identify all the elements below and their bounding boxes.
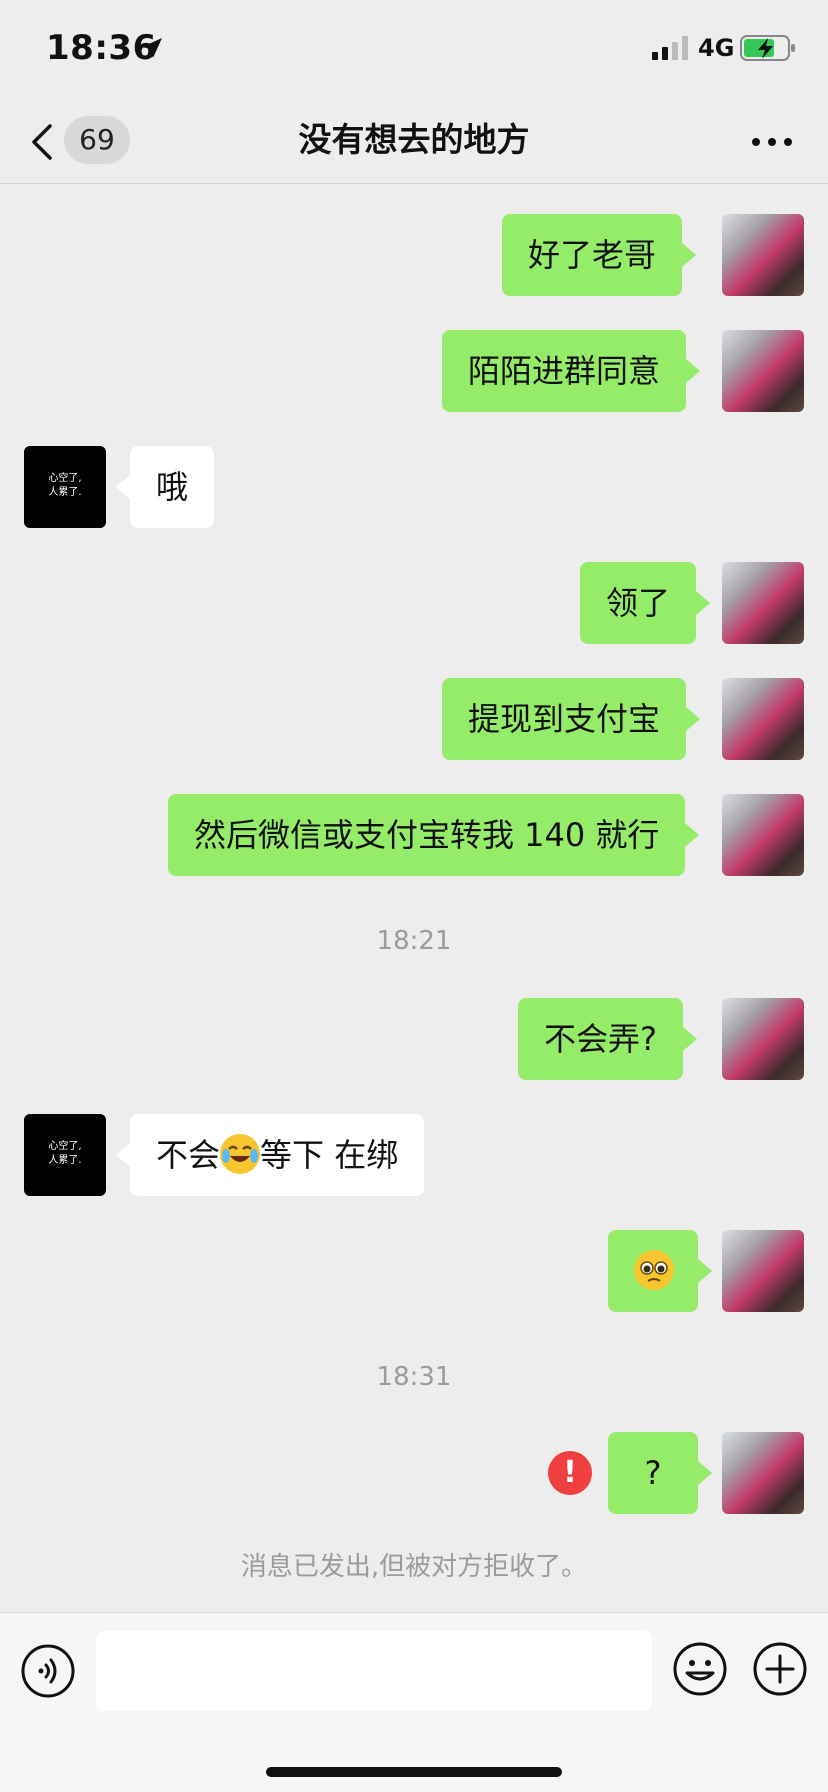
location-arrow-icon — [142, 38, 162, 58]
message-input[interactable] — [96, 1631, 652, 1711]
signal-icon — [652, 36, 688, 60]
message-text: 不会 — [156, 1136, 221, 1174]
avatar-contact[interactable]: 心空了, 人累了. — [24, 446, 106, 528]
status-bar: 18:36 4G — [0, 0, 828, 100]
send-failed-icon[interactable]: ! — [548, 1451, 592, 1495]
face-with-tears-of-joy-icon — [220, 1134, 261, 1174]
message-bubble-received[interactable]: 不会 等下 在绑 — [115, 1114, 425, 1196]
input-bar — [0, 1612, 828, 1792]
emoji-icon[interactable] — [672, 1641, 728, 1697]
avatar-self[interactable] — [722, 998, 804, 1080]
message-timestamp: 18:31 — [376, 1362, 452, 1392]
avatar-self[interactable] — [722, 330, 804, 412]
message-bubble-sent[interactable]: 然后微信或支付宝转我 140 就行 — [168, 794, 700, 876]
avatar-self[interactable] — [722, 1432, 804, 1514]
message-text: 等下 在绑 — [260, 1136, 399, 1174]
avatar-self[interactable] — [722, 214, 804, 296]
home-indicator[interactable] — [266, 1767, 562, 1777]
message-bubble-sent[interactable]: 好了老哥 — [502, 214, 697, 296]
avatar-contact[interactable]: 心空了, 人累了. — [24, 1114, 106, 1196]
avatar-self[interactable] — [722, 562, 804, 644]
rejected-notice: 消息已发出,但被对方拒收了。 — [240, 1552, 588, 1582]
message-bubble-sent[interactable]: 提现到支付宝 — [442, 678, 701, 760]
avatar-self[interactable] — [722, 1230, 804, 1312]
avatar-text: 心空了, 人累了. — [48, 473, 82, 498]
battery-charging-icon — [740, 35, 795, 61]
message-bubble-received[interactable]: 哦 — [115, 446, 215, 528]
message-bubble-sent[interactable]: 不会弄? — [518, 998, 697, 1080]
message-bubble-sent[interactable]: 领了 — [580, 562, 711, 644]
message-timestamp: 18:21 — [376, 926, 452, 956]
nav-bar: 69 没有想去的地方 — [0, 100, 828, 184]
message-bubble-sent[interactable] — [608, 1230, 712, 1312]
voice-icon[interactable] — [20, 1643, 76, 1699]
message-bubble-sent[interactable]: ? — [608, 1432, 712, 1514]
more-icon[interactable] — [750, 136, 794, 148]
plus-icon[interactable] — [752, 1641, 808, 1697]
chat-title: 没有想去的地方 — [298, 120, 530, 159]
avatar-self[interactable] — [722, 678, 804, 760]
message-bubble-sent[interactable]: 陌陌进群同意 — [442, 330, 701, 412]
avatar-self[interactable] — [722, 794, 804, 876]
avatar-text: 心空了, 人累了. — [48, 1141, 82, 1166]
network-label: 4G — [698, 34, 735, 62]
pleading-face-icon — [634, 1250, 674, 1290]
